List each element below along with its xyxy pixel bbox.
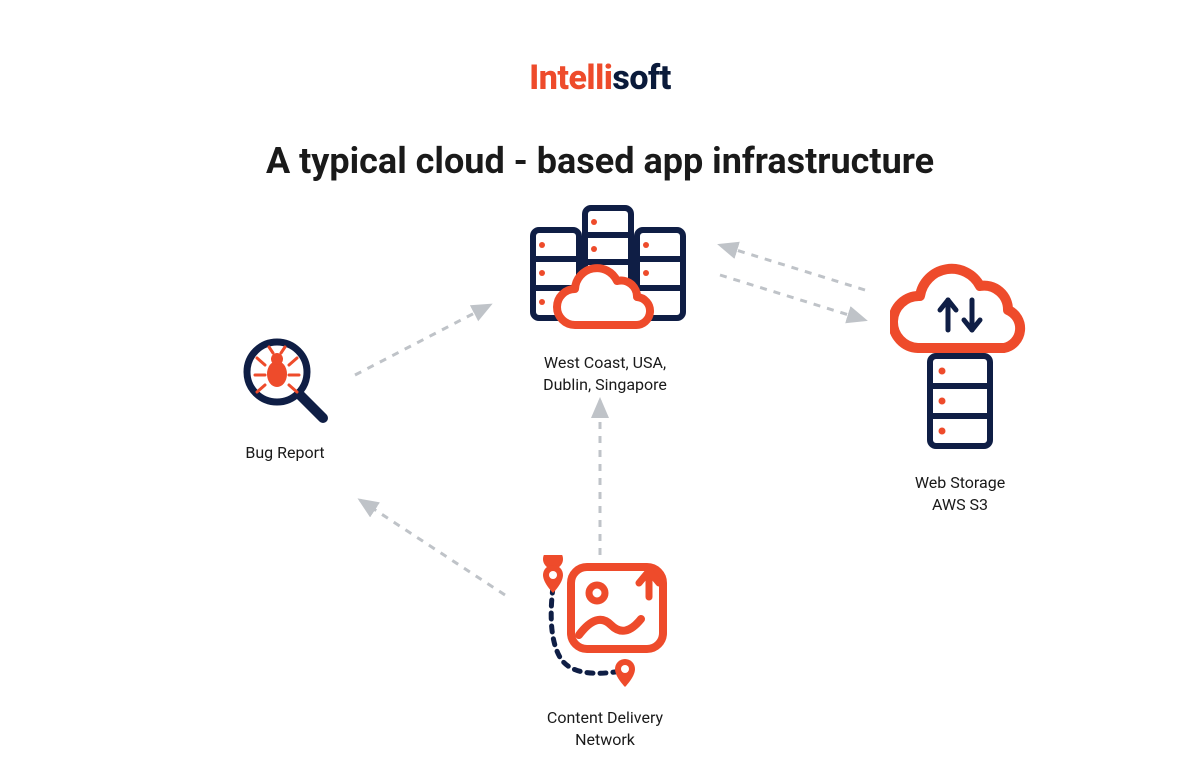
brand-logo-part1: Intelli: [529, 58, 612, 98]
diagram-title: A typical cloud - based app infrastructu…: [266, 140, 934, 182]
server-cluster-icon: [505, 200, 705, 340]
node-bug-report-label: Bug Report: [195, 442, 375, 464]
brand-logo: Intellisoft: [529, 58, 671, 98]
node-servers-label: West Coast, USA, Dublin, Singapore: [480, 352, 730, 395]
node-cdn: Content Delivery Network: [480, 555, 730, 750]
cdn-icon: [525, 555, 685, 695]
magnifier-bug-icon: [235, 330, 335, 430]
arrow-bug-to-servers: [355, 305, 490, 375]
node-web-storage-label: Web Storage AWS S3: [860, 472, 1060, 515]
node-bug-report: Bug Report: [195, 330, 375, 464]
arrow-servers-to-storage: [720, 275, 865, 320]
arrow-storage-to-servers: [720, 245, 865, 290]
node-servers: West Coast, USA, Dublin, Singapore: [480, 200, 730, 395]
brand-logo-part2: soft: [612, 58, 670, 98]
cloud-storage-icon: [890, 260, 1030, 460]
node-cdn-label: Content Delivery Network: [480, 707, 730, 750]
node-web-storage: Web Storage AWS S3: [860, 260, 1060, 515]
